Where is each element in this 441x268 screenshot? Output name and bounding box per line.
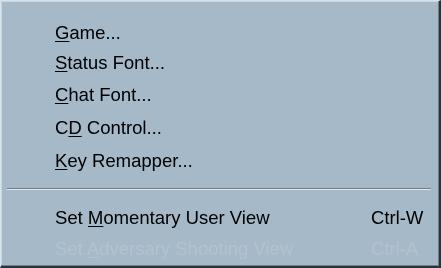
menu-item-game-label: Game... — [55, 22, 121, 43]
menu-item-key-remapper-label: Key Remapper... — [55, 150, 193, 171]
menu-item-set-momentary-user-view[interactable]: Set Momentary User View Ctrl-W — [1, 203, 439, 233]
menu-item-game[interactable]: Game... — [1, 18, 439, 48]
menu-item-momentary-shortcut: Ctrl-W — [371, 207, 424, 228]
menu-item-chat-font[interactable]: Chat Font... — [1, 80, 439, 110]
options-menu: Game... Status Font... Chat Font... CD C… — [0, 0, 441, 268]
menu-item-cd-control-label: CD Control... — [55, 117, 162, 138]
menu-item-momentary-label: Set Momentary User View — [55, 207, 270, 228]
menu-item-chat-font-label: Chat Font... — [55, 84, 152, 105]
menu-item-adversary-shortcut: Ctrl-A — [371, 238, 419, 259]
menu-item-key-remapper[interactable]: Key Remapper... — [1, 146, 439, 176]
menu-separator — [7, 188, 431, 190]
menu-item-set-adversary-shooting-view: Set Adversary Shooting View Ctrl-A — [1, 234, 439, 264]
menu-item-status-font[interactable]: Status Font... — [1, 48, 439, 78]
menu-item-cd-control[interactable]: CD Control... — [1, 113, 439, 143]
menu-item-status-font-label: Status Font... — [55, 52, 166, 73]
menu-item-adversary-label: Set Adversary Shooting View — [55, 238, 294, 259]
